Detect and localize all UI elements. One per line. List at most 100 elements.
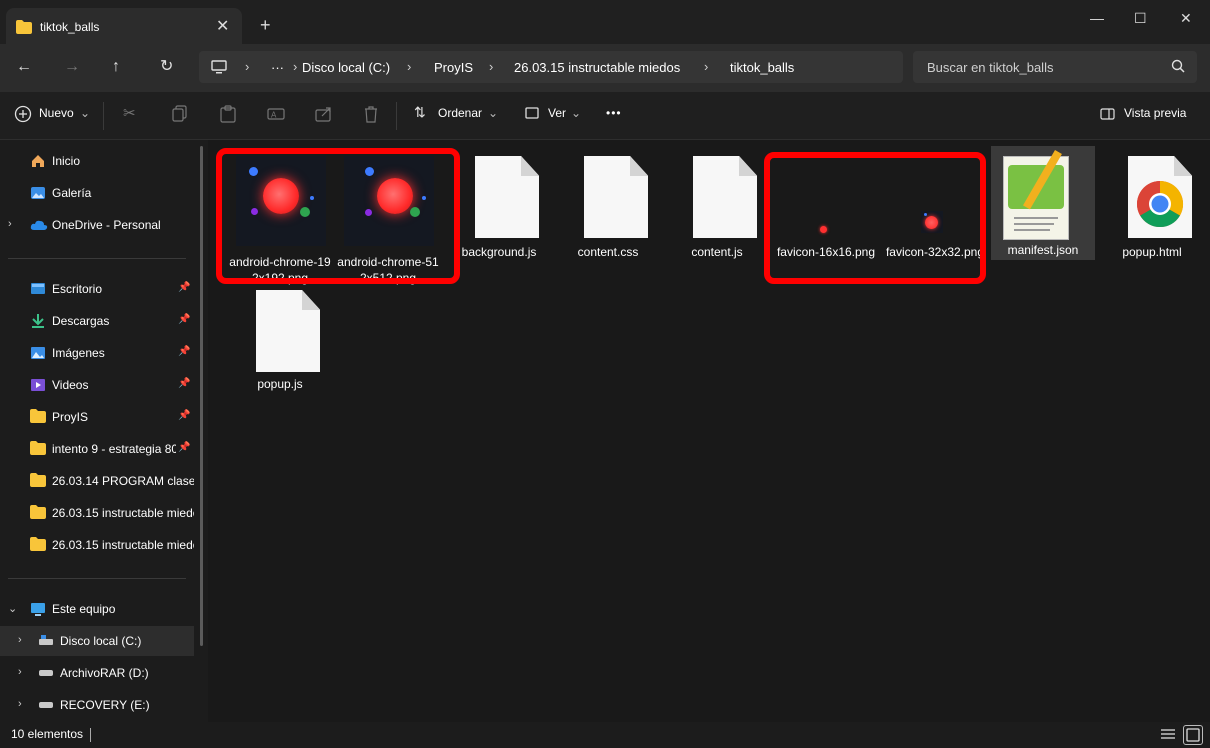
more-options-button[interactable]: ••• xyxy=(606,106,622,120)
status-divider xyxy=(90,728,91,742)
red-highlight-box xyxy=(216,148,460,284)
sidebar-item-proyis[interactable]: ProyIS 📌 xyxy=(0,402,194,432)
address-bar[interactable]: › ··· › Disco local (C:) › ProyIS › 26.0… xyxy=(199,51,903,83)
text-line xyxy=(1014,217,1058,219)
chevron-right-icon[interactable]: › xyxy=(18,698,22,710)
sidebar-item-label: 26.03.14 PROGRAM clase lo xyxy=(52,474,194,488)
sidebar-item-program-clase[interactable]: 26.03.14 PROGRAM clase lo xyxy=(0,466,194,496)
search-input[interactable]: Buscar en tiktok_balls xyxy=(927,60,1053,75)
chevron-down-icon: ⌄ xyxy=(488,106,499,120)
copy-icon[interactable] xyxy=(172,105,188,123)
sidebar-item-label: 26.03.15 instructable miedo xyxy=(52,538,194,552)
desktop-icon xyxy=(31,283,45,294)
new-tab-button[interactable]: + xyxy=(260,16,271,34)
sidebar-item-onedrive[interactable]: › OneDrive - Personal xyxy=(0,210,194,240)
file-item-content-js[interactable]: content.js xyxy=(665,152,769,278)
tab-close-button[interactable]: ✕ xyxy=(216,16,229,36)
file-item-popup-js[interactable]: popup.js xyxy=(228,286,332,412)
breadcrumb-proyis[interactable]: ProyIS xyxy=(434,60,473,75)
forward-button[interactable]: → xyxy=(64,58,80,76)
close-window-button[interactable]: ✕ xyxy=(1180,10,1192,27)
file-name: background.js xyxy=(461,245,537,259)
sidebar-item-label: Videos xyxy=(52,378,89,392)
sidebar-item-recovery-e[interactable]: › RECOVERY (E:) xyxy=(0,690,194,720)
rename-icon[interactable]: A xyxy=(267,105,285,123)
folder-icon xyxy=(30,441,46,455)
large-icons-view-button[interactable] xyxy=(1183,725,1203,745)
chevron-right-icon: › xyxy=(293,59,298,74)
tab-tiktok-balls[interactable]: tiktok_balls ✕ xyxy=(6,8,242,44)
chevron-down-icon[interactable]: ⌄ xyxy=(8,602,17,615)
up-button[interactable]: ↑ xyxy=(112,58,120,76)
sidebar-item-galeria[interactable]: Galería xyxy=(0,178,194,208)
file-name: manifest.json xyxy=(1007,243,1079,257)
sidebar-item-label: OneDrive - Personal xyxy=(52,218,161,232)
add-icon xyxy=(14,105,32,123)
pin-icon[interactable]: 📌 xyxy=(178,282,190,293)
sidebar-item-label: Este equipo xyxy=(52,602,116,616)
file-name: content.css xyxy=(577,245,639,259)
sidebar-item-imagenes[interactable]: Imágenes 📌 xyxy=(0,338,194,368)
home-icon xyxy=(32,155,44,167)
paste-icon[interactable] xyxy=(220,105,236,123)
search-icon xyxy=(1171,59,1185,73)
sidebar-item-instructable-2[interactable]: 26.03.15 instructable miedo xyxy=(0,530,194,560)
breadcrumb-more[interactable]: ··· xyxy=(271,60,284,75)
tab-title: tiktok_balls xyxy=(40,20,100,34)
details-view-button[interactable] xyxy=(1158,725,1178,745)
red-highlight-box xyxy=(764,152,986,284)
maximize-button[interactable]: ☐ xyxy=(1134,10,1147,27)
pin-icon[interactable]: 📌 xyxy=(178,410,190,421)
preview-button[interactable]: Vista previa xyxy=(1124,106,1186,120)
sidebar-scrollbar[interactable] xyxy=(200,146,203,646)
delete-icon[interactable] xyxy=(363,105,379,123)
file-item-popup-html[interactable]: popup.html xyxy=(1100,152,1204,278)
file-item-content-css[interactable]: content.css xyxy=(556,152,660,278)
download-icon xyxy=(32,314,44,328)
new-button[interactable]: Nuevo xyxy=(39,106,74,120)
sidebar-item-descargas[interactable]: Descargas 📌 xyxy=(0,306,194,336)
view-button[interactable]: Ver xyxy=(548,106,566,120)
minimize-button[interactable]: — xyxy=(1090,10,1104,26)
chevron-right-icon: › xyxy=(407,59,412,74)
sidebar-item-archivorar-d[interactable]: › ArchivoRAR (D:) xyxy=(0,658,194,688)
chevron-right-icon[interactable]: › xyxy=(18,634,22,646)
pin-icon[interactable]: 📌 xyxy=(178,314,190,325)
pin-icon[interactable]: 📌 xyxy=(178,346,190,357)
sort-button[interactable]: Ordenar xyxy=(438,106,482,120)
chevron-right-icon[interactable]: › xyxy=(8,218,12,230)
chevron-right-icon: › xyxy=(489,59,494,74)
computer-icon xyxy=(211,60,227,74)
file-item-background-js[interactable]: background.js xyxy=(447,152,551,278)
sidebar-item-escritorio[interactable]: Escritorio 📌 xyxy=(0,274,194,304)
chevron-right-icon[interactable]: › xyxy=(18,666,22,678)
sidebar-item-videos[interactable]: Videos 📌 xyxy=(0,370,194,400)
gallery-icon xyxy=(31,187,45,199)
breadcrumb-instructable[interactable]: 26.03.15 instructable miedos xyxy=(514,60,680,75)
cut-icon[interactable]: ✂ xyxy=(123,104,136,122)
drive-icon xyxy=(39,670,53,676)
share-icon[interactable] xyxy=(315,105,333,123)
cloud-icon xyxy=(30,220,48,230)
file-item-manifest-json[interactable]: manifest.json xyxy=(991,146,1095,260)
sidebar-item-inicio[interactable]: Inicio xyxy=(0,146,194,176)
drive-icon xyxy=(39,702,53,708)
file-name: popup.html xyxy=(1122,245,1182,259)
sidebar-item-intento-9[interactable]: intento 9 - estrategia 80 📌 xyxy=(0,434,194,464)
file-name: content.js xyxy=(691,245,743,259)
sidebar-item-este-equipo[interactable]: ⌄ Este equipo xyxy=(0,594,194,624)
view-icon xyxy=(525,107,539,119)
pin-icon[interactable]: 📌 xyxy=(178,378,190,389)
sidebar-item-instructable-1[interactable]: 26.03.15 instructable miedo xyxy=(0,498,194,528)
back-button[interactable]: ← xyxy=(16,58,32,76)
breadcrumb-disco-local[interactable]: Disco local (C:) xyxy=(302,60,390,75)
sidebar-item-label: ArchivoRAR (D:) xyxy=(60,666,149,680)
pin-icon[interactable]: 📌 xyxy=(178,442,190,453)
sort-icon: ⇅ xyxy=(414,104,426,120)
file-name: popup.js xyxy=(257,377,303,391)
search-box[interactable]: Buscar en tiktok_balls xyxy=(913,51,1197,83)
sidebar-item-disco-c[interactable]: › Disco local (C:) xyxy=(0,626,194,656)
refresh-button[interactable]: ↻ xyxy=(160,58,173,76)
breadcrumb-tiktok-balls[interactable]: tiktok_balls xyxy=(730,60,794,75)
folder-icon xyxy=(30,505,46,519)
